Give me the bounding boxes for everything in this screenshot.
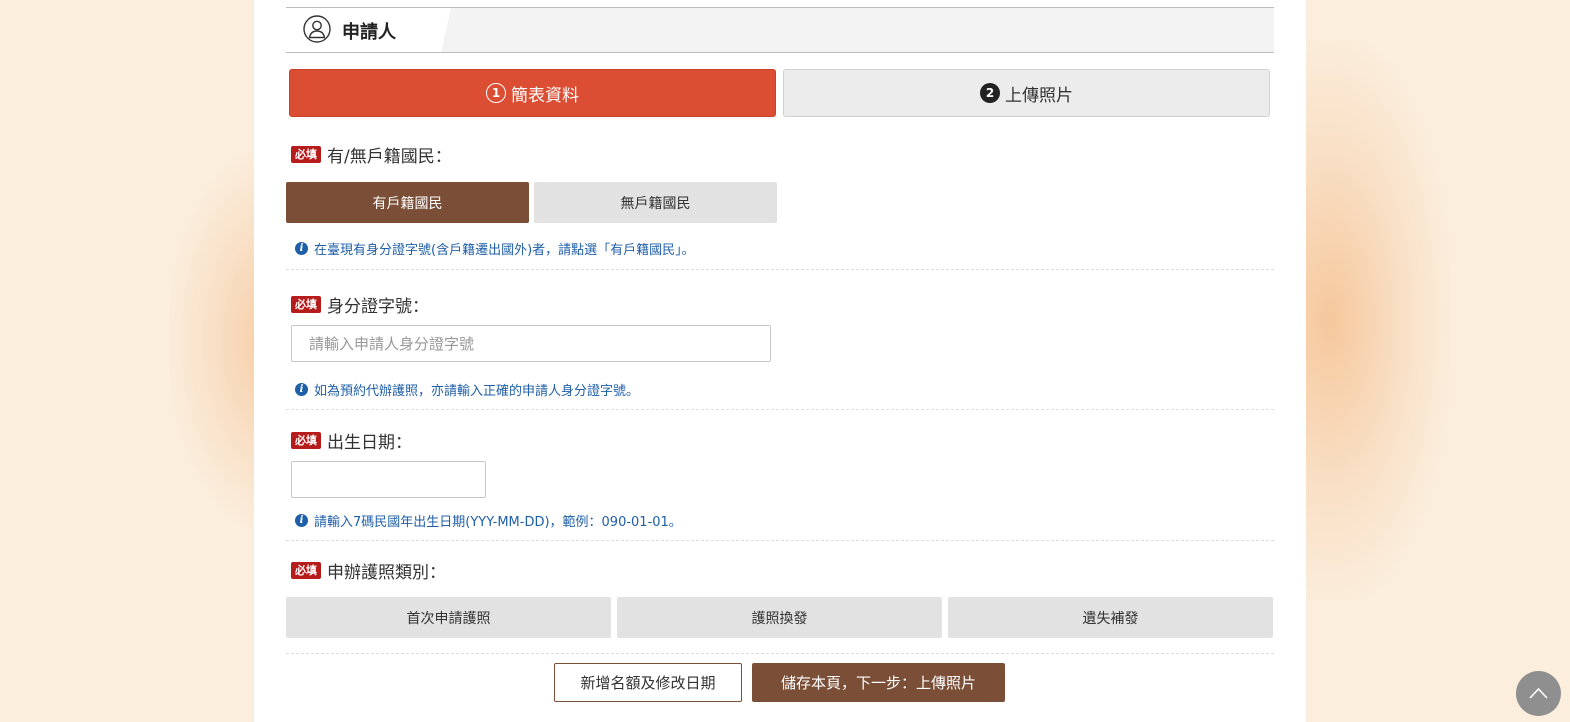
divider bbox=[286, 540, 1274, 541]
step-basic-info-tab[interactable]: 1 簡表資料 bbox=[289, 69, 776, 117]
id-number-label-text: 身分證字號： bbox=[327, 297, 429, 317]
step-label-1: 簡表資料 bbox=[511, 85, 579, 106]
step-label-2: 上傳照片 bbox=[1005, 85, 1073, 106]
step-number-1: 1 bbox=[486, 83, 506, 103]
citizenship-hint-text: 在臺現有身分證字號(含戶籍遷出國外)者，請點選「有戶籍國民」。 bbox=[314, 243, 695, 258]
user-icon bbox=[303, 15, 331, 43]
id-number-hint: i 如為預約代辦護照，亦請輸入正確的申請人身分證字號。 bbox=[295, 380, 639, 399]
save-next-button[interactable]: 儲存本頁，下一步：上傳照片 bbox=[752, 663, 1005, 702]
option-first-application[interactable]: 首次申請護照 bbox=[286, 597, 611, 638]
birth-date-input[interactable] bbox=[291, 461, 486, 498]
required-badge: 必填 bbox=[291, 146, 321, 163]
id-number-label: 必填 身分證字號： bbox=[291, 292, 429, 317]
id-number-input[interactable] bbox=[291, 325, 771, 362]
citizenship-label: 必填 有/無戶籍國民： bbox=[291, 142, 452, 167]
citizenship-label-text: 有/無戶籍國民： bbox=[327, 147, 452, 167]
section-title: 申請人 bbox=[342, 22, 396, 43]
step-upload-photo-tab[interactable]: 2 上傳照片 bbox=[783, 69, 1270, 117]
id-number-hint-text: 如為預約代辦護照，亦請輸入正確的申請人身分證字號。 bbox=[314, 384, 640, 399]
divider bbox=[286, 269, 1274, 270]
option-lost-replacement[interactable]: 遺失補發 bbox=[948, 597, 1273, 638]
citizenship-hint: i 在臺現有身分證字號(含戶籍遷出國外)者，請點選「有戶籍國民」。 bbox=[295, 239, 695, 258]
passport-type-label: 必填 申辦護照類別： bbox=[291, 558, 446, 583]
section-header: 申請人 bbox=[286, 7, 1274, 53]
divider bbox=[286, 653, 1274, 654]
birth-date-hint: i 請輸入7碼民國年出生日期(YYY-MM-DD)，範例：090-01-01。 bbox=[295, 511, 682, 530]
info-icon: i bbox=[295, 383, 308, 396]
option-with-household-registration[interactable]: 有戶籍國民 bbox=[286, 182, 529, 223]
form-panel: 申請人 1 簡表資料 2 上傳照片 必填 有/無戶籍國民： 有戶籍國民 無戶籍國… bbox=[254, 0, 1306, 722]
step-number-2: 2 bbox=[980, 83, 1000, 103]
chevron-up-icon bbox=[1529, 687, 1548, 699]
back-to-top-button[interactable] bbox=[1516, 671, 1561, 716]
option-without-household-registration[interactable]: 無戶籍國民 bbox=[534, 182, 777, 223]
required-badge: 必填 bbox=[291, 296, 321, 313]
required-badge: 必填 bbox=[291, 432, 321, 449]
passport-type-label-text: 申辦護照類別： bbox=[327, 563, 446, 583]
info-icon: i bbox=[295, 514, 308, 527]
birth-date-label-text: 出生日期： bbox=[327, 433, 412, 453]
option-passport-renewal[interactable]: 護照換發 bbox=[617, 597, 942, 638]
required-badge: 必填 bbox=[291, 562, 321, 579]
add-quota-button[interactable]: 新增名額及修改日期 bbox=[554, 663, 742, 702]
birth-date-hint-text: 請輸入7碼民國年出生日期(YYY-MM-DD)，範例：090-01-01。 bbox=[314, 515, 682, 530]
info-icon: i bbox=[295, 242, 308, 255]
birth-date-label: 必填 出生日期： bbox=[291, 428, 412, 453]
divider bbox=[286, 409, 1274, 410]
